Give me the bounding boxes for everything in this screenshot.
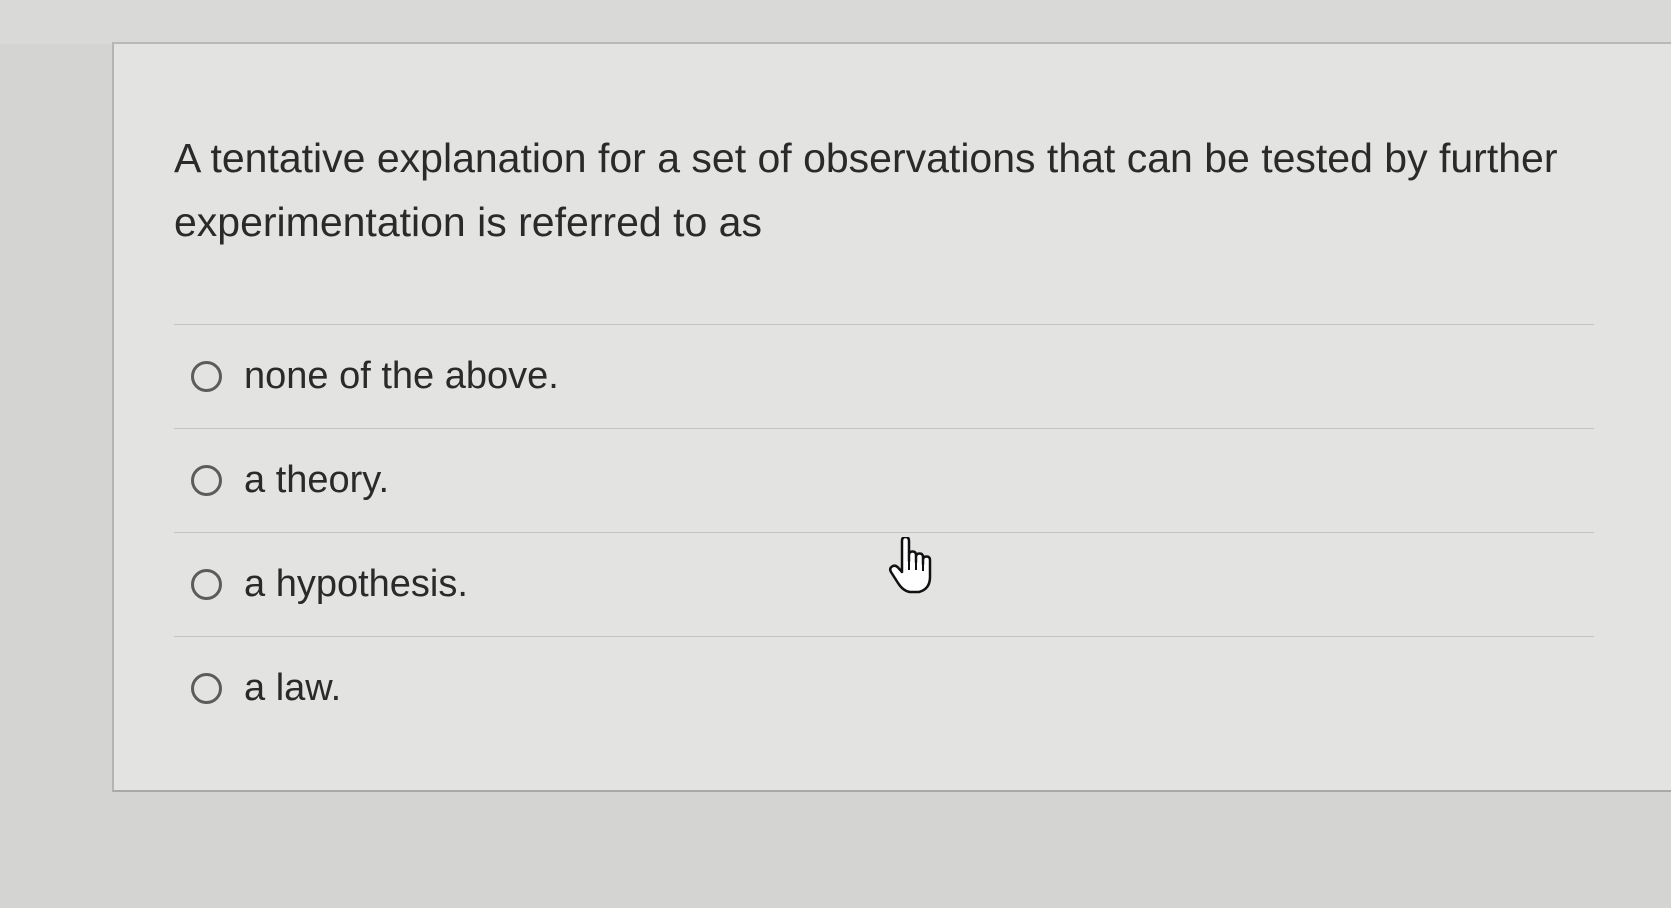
answer-option-hypothesis[interactable]: a hypothesis. <box>174 532 1594 636</box>
answer-option-none-of-the-above[interactable]: none of the above. <box>174 324 1594 428</box>
answer-option-theory[interactable]: a theory. <box>174 428 1594 532</box>
answer-label: a hypothesis. <box>244 563 468 605</box>
radio-button[interactable] <box>191 569 222 600</box>
question-text: A tentative explanation for a set of obs… <box>174 135 1558 245</box>
answer-label: a theory. <box>244 459 390 501</box>
radio-button[interactable] <box>191 673 222 704</box>
answer-list: none of the above. a theory. a hypothesi… <box>174 324 1594 740</box>
answer-label: none of the above. <box>244 355 559 397</box>
answer-label: a law. <box>244 667 342 709</box>
radio-button[interactable] <box>191 361 222 392</box>
page-header-strip <box>0 0 1671 44</box>
hand-pointer-icon <box>888 537 932 594</box>
question-card: A tentative explanation for a set of obs… <box>112 42 1671 792</box>
answer-option-law[interactable]: a law. <box>174 636 1594 740</box>
radio-button[interactable] <box>191 465 222 496</box>
